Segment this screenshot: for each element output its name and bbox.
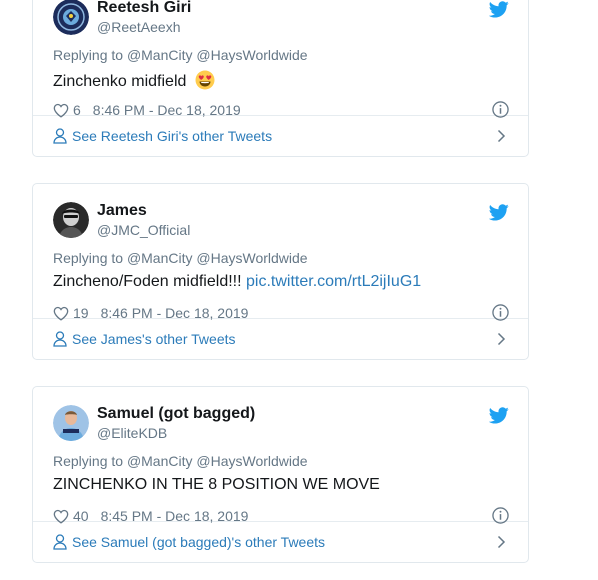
tweet-text: ZINCHENKO IN THE 8 POSITION WE MOVE — [53, 476, 380, 494]
replying-to-line: Replying to @ManCity @HaysWorldwide — [53, 47, 308, 63]
tweet-card[interactable]: Samuel (got bagged) @EliteKDB Replying t… — [32, 386, 529, 563]
chevron-right-icon — [497, 535, 506, 549]
chevron-right-icon — [497, 332, 506, 346]
tweet-body: Samuel (got bagged) @EliteKDB Replying t… — [33, 387, 528, 524]
person-icon — [53, 128, 67, 144]
mention-link[interactable]: @HaysWorldwide — [196, 453, 307, 469]
twitter-bird-icon[interactable] — [489, 407, 509, 424]
author-handle[interactable]: @EliteKDB — [97, 425, 167, 441]
tweet-body: James @JMC_Official Replying to @ManCity… — [33, 184, 528, 321]
tweet-card[interactable]: Reetesh Giri @ReetAeexh Replying to @Man… — [32, 0, 529, 157]
mention-link[interactable]: @ManCity — [127, 453, 193, 469]
see-other-tweets-label[interactable]: See James's other Tweets — [72, 331, 236, 347]
chevron-right-icon — [497, 129, 506, 143]
twitter-bird-icon[interactable] — [489, 1, 509, 18]
author-name[interactable]: Reetesh Giri — [97, 0, 191, 17]
tweet-text-content: ZINCHENKO IN THE 8 POSITION WE MOVE — [53, 476, 380, 493]
author-handle[interactable]: @JMC_Official — [97, 222, 190, 238]
person-icon — [53, 331, 67, 347]
heart-eyes-emoji-icon — [195, 70, 215, 90]
replying-to-line: Replying to @ManCity @HaysWorldwide — [53, 453, 308, 469]
pic-link[interactable]: pic.twitter.com/rtL2ijIuG1 — [246, 273, 421, 290]
mention-link[interactable]: @ManCity — [127, 250, 193, 266]
tweet-card[interactable]: James @JMC_Official Replying to @ManCity… — [32, 183, 529, 360]
see-other-tweets-link[interactable]: See Reetesh Giri's other Tweets — [33, 116, 528, 156]
embedded-tweets-feed: Reetesh Giri @ReetAeexh Replying to @Man… — [0, 0, 598, 580]
tweet-body: Reetesh Giri @ReetAeexh Replying to @Man… — [33, 0, 528, 118]
see-other-tweets-label[interactable]: See Reetesh Giri's other Tweets — [72, 128, 272, 144]
avatar[interactable] — [53, 0, 89, 35]
mention-link[interactable]: @ManCity — [127, 47, 193, 63]
tweet-text: Zinchenko midfield — [53, 70, 215, 91]
avatar[interactable] — [53, 405, 89, 441]
mention-link[interactable]: @HaysWorldwide — [196, 250, 307, 266]
tweet-text: Zincheno/Foden midfield!!! pic.twitter.c… — [53, 273, 421, 291]
person-icon — [53, 534, 67, 550]
author-name[interactable]: James — [97, 202, 147, 220]
see-other-tweets-link[interactable]: See James's other Tweets — [33, 319, 528, 359]
replying-prefix: Replying to — [53, 47, 124, 63]
twitter-bird-icon[interactable] — [489, 204, 509, 221]
avatar[interactable] — [53, 202, 89, 238]
author-handle[interactable]: @ReetAeexh — [97, 19, 180, 35]
replying-prefix: Replying to — [53, 250, 124, 266]
see-other-tweets-label[interactable]: See Samuel (got bagged)'s other Tweets — [72, 534, 325, 550]
tweet-text-content: Zinchenko midfield — [53, 73, 187, 90]
replying-to-line: Replying to @ManCity @HaysWorldwide — [53, 250, 308, 266]
mention-link[interactable]: @HaysWorldwide — [196, 47, 307, 63]
author-name[interactable]: Samuel (got bagged) — [97, 405, 255, 423]
see-other-tweets-link[interactable]: See Samuel (got bagged)'s other Tweets — [33, 522, 528, 562]
tweet-text-content: Zincheno/Foden midfield!!! — [53, 273, 242, 290]
replying-prefix: Replying to — [53, 453, 124, 469]
